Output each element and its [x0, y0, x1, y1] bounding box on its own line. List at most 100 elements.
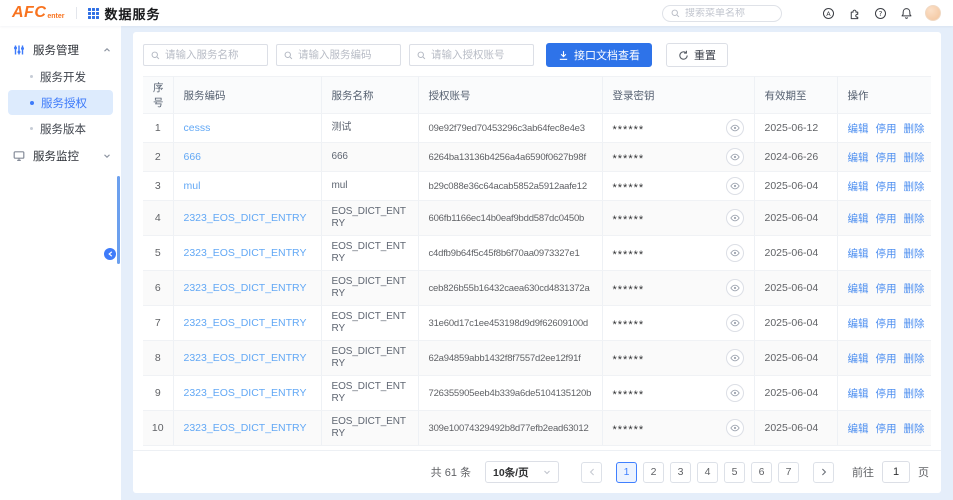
menu-search-field[interactable] [662, 5, 782, 22]
delete-link[interactable]: 删除 [904, 316, 925, 331]
login-key-masked: ****** [613, 126, 645, 134]
service-code-link[interactable]: 666 [184, 151, 202, 163]
edit-link[interactable]: 编辑 [848, 351, 869, 366]
disable-link[interactable]: 停用 [876, 246, 897, 261]
edit-link[interactable]: 编辑 [848, 121, 869, 136]
edit-link[interactable]: 编辑 [848, 421, 869, 436]
edit-link[interactable]: 编辑 [848, 179, 869, 194]
delete-link[interactable]: 删除 [904, 351, 925, 366]
search-icon [151, 51, 160, 60]
service-code-link[interactable]: 2323_EOS_DICT_ENTRY [184, 317, 307, 329]
edit-link[interactable]: 编辑 [848, 246, 869, 261]
apps-grid-icon[interactable] [88, 8, 99, 19]
user-avatar[interactable] [925, 5, 941, 21]
service-code-link[interactable]: 2323_EOS_DICT_ENTRY [184, 352, 307, 364]
disable-link[interactable]: 停用 [876, 386, 897, 401]
sidebar-collapse-button[interactable] [104, 248, 116, 260]
monitor-icon [13, 150, 25, 162]
page-button-2[interactable]: 2 [643, 462, 664, 483]
filter-toolbar: 接口文档查看 重置 [133, 32, 941, 76]
sidebar-scrollbar-thumb[interactable] [117, 176, 121, 264]
auth-account-search-field[interactable] [409, 44, 534, 66]
sidebar-item-active[interactable]: 服务授权 [8, 90, 113, 115]
sidebar-item-label: 服务版本 [40, 121, 86, 137]
service-name: 666 [321, 143, 418, 172]
prev-page-button[interactable] [581, 462, 602, 483]
eye-icon [730, 123, 740, 133]
reveal-key-button[interactable] [726, 148, 744, 166]
service-code-link[interactable]: mul [184, 180, 201, 192]
edit-link[interactable]: 编辑 [848, 281, 869, 296]
edit-link[interactable]: 编辑 [848, 211, 869, 226]
delete-link[interactable]: 删除 [904, 211, 925, 226]
reveal-key-button[interactable] [726, 244, 744, 262]
service-name-input[interactable] [165, 49, 260, 61]
view-api-docs-button[interactable]: 接口文档查看 [546, 43, 652, 67]
page-button-6[interactable]: 6 [751, 462, 772, 483]
edit-link[interactable]: 编辑 [848, 150, 869, 165]
notifications-bell-icon[interactable] [900, 7, 913, 20]
page-size-select[interactable]: 10条/页 [485, 461, 559, 483]
reveal-key-button[interactable] [726, 419, 744, 437]
reveal-key-button[interactable] [726, 279, 744, 297]
sidebar-item-default[interactable]: 服务版本 [8, 116, 113, 141]
delete-link[interactable]: 删除 [904, 246, 925, 261]
page-button-5[interactable]: 5 [724, 462, 745, 483]
page-button-4[interactable]: 4 [697, 462, 718, 483]
disable-link[interactable]: 停用 [876, 421, 897, 436]
valid-until: 2024-06-26 [754, 143, 837, 172]
goto-page-input[interactable] [882, 461, 910, 483]
reveal-key-button[interactable] [726, 384, 744, 402]
next-page-button[interactable] [813, 462, 834, 483]
edit-link[interactable]: 编辑 [848, 316, 869, 331]
service-name: EOS_DICT_ENTRY [321, 341, 418, 376]
delete-link[interactable]: 删除 [904, 386, 925, 401]
service-name: mul [321, 172, 418, 201]
service-code-link[interactable]: 2323_EOS_DICT_ENTRY [184, 422, 307, 434]
menu-search-input[interactable] [685, 8, 773, 19]
page-button-7[interactable]: 7 [778, 462, 799, 483]
reveal-key-button[interactable] [726, 119, 744, 137]
caret-down-icon [543, 468, 551, 476]
help-icon[interactable]: ? [874, 7, 887, 20]
delete-link[interactable]: 删除 [904, 179, 925, 194]
delete-link[interactable]: 删除 [904, 421, 925, 436]
disable-link[interactable]: 停用 [876, 211, 897, 226]
service-code-input[interactable] [298, 49, 393, 61]
authorization-table: 序号服务编码服务名称授权账号登录密钥有效期至操作 1 cesss 测试 09e9… [143, 76, 931, 446]
page-button-1[interactable]: 1 [616, 462, 637, 483]
reveal-key-button[interactable] [726, 209, 744, 227]
column-header: 登录密钥 [602, 77, 754, 114]
service-code-link[interactable]: cesss [184, 122, 211, 134]
disable-link[interactable]: 停用 [876, 121, 897, 136]
settings-icon[interactable]: A [822, 7, 835, 20]
service-code-link[interactable]: 2323_EOS_DICT_ENTRY [184, 282, 307, 294]
reset-button[interactable]: 重置 [666, 43, 728, 67]
row-index: 9 [143, 376, 173, 411]
edit-link[interactable]: 编辑 [848, 386, 869, 401]
disable-link[interactable]: 停用 [876, 281, 897, 296]
reveal-key-button[interactable] [726, 177, 744, 195]
sidebar-item-default[interactable]: 服务开发 [8, 64, 113, 89]
page-button-3[interactable]: 3 [670, 462, 691, 483]
sidebar-group-service-monitoring[interactable]: 服务监控 [0, 142, 121, 169]
auth-account-input[interactable] [431, 49, 526, 61]
service-code-link[interactable]: 2323_EOS_DICT_ENTRY [184, 247, 307, 259]
delete-link[interactable]: 删除 [904, 281, 925, 296]
reveal-key-button[interactable] [726, 314, 744, 332]
table-row: 2 666 666 6264ba13136b4256a4a6590f0627b9… [143, 143, 931, 172]
service-code-link[interactable]: 2323_EOS_DICT_ENTRY [184, 387, 307, 399]
sidebar-group-service-management[interactable]: 服务管理 [0, 36, 121, 63]
service-code-link[interactable]: 2323_EOS_DICT_ENTRY [184, 212, 307, 224]
reveal-key-button[interactable] [726, 349, 744, 367]
disable-link[interactable]: 停用 [876, 316, 897, 331]
disable-link[interactable]: 停用 [876, 150, 897, 165]
disable-link[interactable]: 停用 [876, 179, 897, 194]
disable-link[interactable]: 停用 [876, 351, 897, 366]
delete-link[interactable]: 删除 [904, 121, 925, 136]
delete-link[interactable]: 删除 [904, 150, 925, 165]
service-code-search-field[interactable] [276, 44, 401, 66]
row-index: 3 [143, 172, 173, 201]
extensions-icon[interactable] [848, 7, 861, 20]
service-name-search-field[interactable] [143, 44, 268, 66]
